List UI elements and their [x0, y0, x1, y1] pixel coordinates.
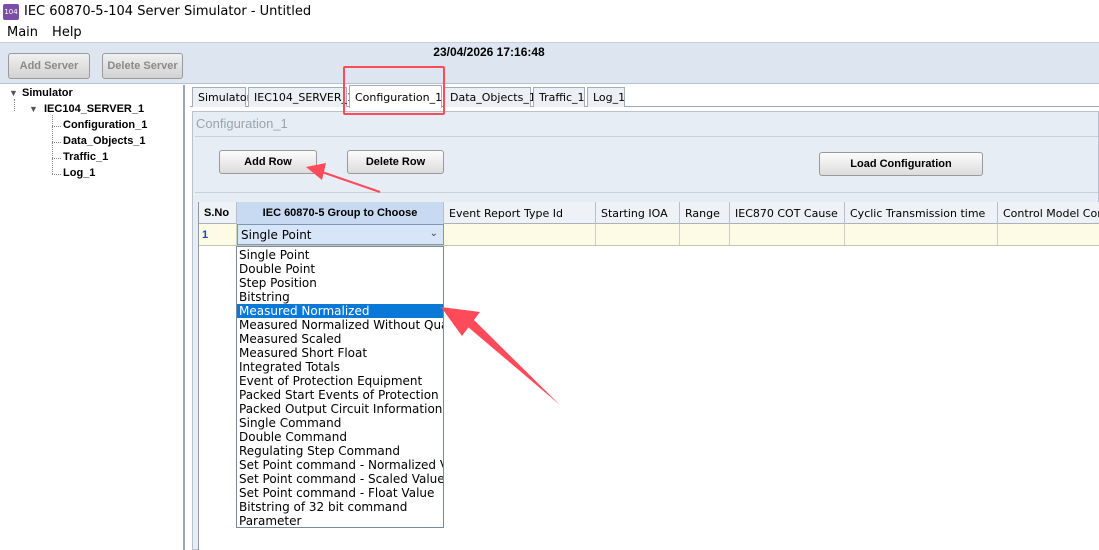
tree-node-data-objects[interactable]: Data_Objects_1 [63, 135, 146, 147]
dropdown-option[interactable]: Double Point [237, 262, 443, 276]
tree-line [14, 99, 15, 111]
server-tree: ▼ Simulator ▼ IEC104_SERVER_1 Configurat… [0, 85, 185, 550]
tree-node-configuration[interactable]: Configuration_1 [63, 119, 147, 131]
panel-title: Configuration_1 [196, 116, 288, 131]
group-select-value: Single Point [241, 227, 312, 242]
tree-line [52, 115, 53, 174]
table-cell[interactable] [730, 224, 845, 245]
tab-simulator[interactable]: Simulator [192, 87, 251, 107]
dropdown-option[interactable]: Parameter [237, 514, 443, 527]
dropdown-option[interactable]: Set Point command - Float Value [237, 486, 443, 500]
table-cell[interactable] [998, 224, 1099, 245]
app-icon: 104 [3, 3, 19, 20]
group-select[interactable]: Single Point ⌄ [237, 224, 444, 245]
tree-line [52, 142, 61, 143]
dropdown-option[interactable]: Single Point [237, 248, 443, 262]
tree-node-server[interactable]: IEC104_SERVER_1 [44, 103, 144, 115]
dropdown-option[interactable]: Regulating Step Command [237, 444, 443, 458]
menu-help[interactable]: Help [52, 25, 82, 40]
delete-server-button[interactable]: Delete Server [102, 53, 183, 79]
tree-line [52, 126, 61, 127]
dropdown-option[interactable]: Event of Protection Equipment [237, 374, 443, 388]
dropdown-option[interactable]: Double Command [237, 430, 443, 444]
menu-main[interactable]: Main [7, 25, 38, 40]
column-header[interactable]: Starting IOA [596, 202, 680, 224]
dropdown-option[interactable]: Measured Short Float [237, 346, 443, 360]
tab-strip: Simulator IEC104_SERVER_1 Configuration_… [190, 85, 1099, 108]
grid-header: S.No IEC 60870-5 Group to Choose Event R… [199, 202, 1099, 224]
load-configuration-button[interactable]: Load Configuration [819, 152, 983, 176]
table-row[interactable]: 1 Single Point ⌄ [199, 224, 1099, 246]
dropdown-option[interactable]: Bitstring [237, 290, 443, 304]
annotation-highlight-box [343, 66, 445, 115]
dropdown-option[interactable]: Measured Scaled [237, 332, 443, 346]
row-number: 1 [199, 224, 237, 245]
table-cell[interactable] [444, 224, 596, 245]
toolbar: 23/04/2026 17:16:48 Add Server Delete Se… [0, 42, 1099, 84]
menu-bar: Main Help [0, 23, 1099, 42]
column-header[interactable]: IEC 60870-5 Group to Choose [237, 202, 444, 224]
column-header[interactable]: Range [680, 202, 730, 224]
delete-row-button[interactable]: Delete Row [347, 150, 444, 174]
title-bar: 104 IEC 60870-5-104 Server Simulator - U… [0, 0, 1099, 23]
add-row-button[interactable]: Add Row [219, 150, 317, 174]
column-header[interactable]: Event Report Type Id [444, 202, 596, 224]
expand-icon[interactable]: ▼ [9, 88, 18, 98]
dropdown-option[interactable]: Measured Normalized Without Quality [237, 318, 443, 332]
dropdown-option-highlighted[interactable]: Measured Normalized [237, 304, 443, 318]
column-header[interactable]: S.No [199, 202, 237, 224]
tree-node-log[interactable]: Log_1 [63, 167, 95, 179]
dropdown-option[interactable]: Bitstring of 32 bit command [237, 500, 443, 514]
dropdown-option[interactable]: Packed Start Events of Protection Eq [237, 388, 443, 402]
dropdown-option[interactable]: Step Position [237, 276, 443, 290]
dropdown-option[interactable]: Single Command [237, 416, 443, 430]
tree-node-traffic[interactable]: Traffic_1 [63, 151, 108, 163]
expand-icon[interactable]: ▼ [29, 104, 38, 114]
tree-line [52, 174, 61, 175]
table-cell[interactable] [845, 224, 998, 245]
dropdown-option[interactable]: Packed Output Circuit Information of [237, 402, 443, 416]
column-header[interactable]: IEC870 COT Cause [730, 202, 845, 224]
dropdown-option[interactable]: Integrated Totals [237, 360, 443, 374]
tab-data-objects[interactable]: Data_Objects_1 [444, 87, 536, 107]
tab-traffic[interactable]: Traffic_1 [533, 87, 585, 107]
add-server-button[interactable]: Add Server [8, 53, 90, 79]
window-title: IEC 60870-5-104 Server Simulator - Untit… [24, 4, 312, 19]
table-cell[interactable] [680, 224, 730, 245]
group-dropdown-list[interactable]: Single Point Double Point Step Position … [236, 246, 444, 528]
column-header[interactable]: Control Model Confi [998, 202, 1099, 224]
column-header[interactable]: Cyclic Transmission time [845, 202, 998, 224]
divider [195, 136, 1098, 137]
tree-node-simulator[interactable]: Simulator [22, 87, 73, 99]
tab-log[interactable]: Log_1 [587, 87, 625, 107]
tree-line [52, 158, 61, 159]
table-cell[interactable] [596, 224, 680, 245]
tab-server[interactable]: IEC104_SERVER_1 [248, 87, 354, 107]
dropdown-option[interactable]: Set Point command - Normalized Valu [237, 458, 443, 472]
divider [195, 192, 1098, 193]
dropdown-option[interactable]: Set Point command - Scaled Value [237, 472, 443, 486]
chevron-down-icon[interactable]: ⌄ [430, 228, 438, 239]
